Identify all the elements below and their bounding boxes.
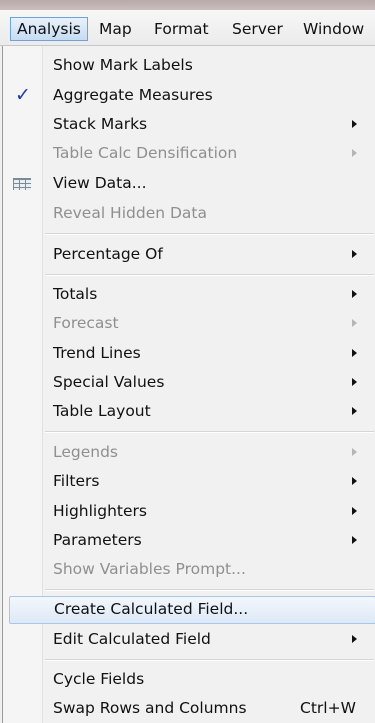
submenu-arrow-icon [352, 290, 357, 298]
submenu-arrow-icon [352, 149, 357, 157]
menu-item-label: Cycle Fields [53, 670, 145, 688]
submenu-arrow-icon [352, 319, 357, 327]
keyboard-shortcut: Ctrl+W [300, 699, 356, 717]
menu-item-swap-rows-and-columns[interactable]: Swap Rows and Columns Ctrl+W [3, 695, 374, 723]
menu-item-label: Filters [53, 472, 100, 490]
menu-analysis[interactable]: Analysis [10, 17, 88, 41]
menu-item-label: Highlighters [53, 502, 147, 520]
menu-item-label: Edit Calculated Field [53, 630, 211, 648]
menu-item-percentage-of[interactable]: Percentage Of [3, 241, 374, 269]
menu-item-trend-lines[interactable]: Trend Lines [3, 340, 374, 368]
table-grid-icon [13, 178, 31, 190]
menu-separator [45, 659, 374, 661]
submenu-arrow-icon [352, 477, 357, 485]
menu-item-edit-calculated-field[interactable]: Edit Calculated Field [3, 626, 374, 654]
menu-separator [45, 274, 374, 276]
menu-item-label: Swap Rows and Columns [53, 699, 247, 717]
menu-separator [45, 589, 374, 591]
analysis-dropdown-menu: Show Mark Labels ✓ Aggregate Measures St… [2, 46, 375, 723]
menu-item-show-mark-labels[interactable]: Show Mark Labels [3, 52, 374, 80]
menu-map[interactable]: Map [99, 17, 132, 41]
menu-item-label: Totals [53, 285, 98, 303]
menu-item-label: Trend Lines [53, 344, 141, 362]
menu-item-label: Table Layout [53, 402, 151, 420]
menu-item-label: Create Calculated Field... [54, 600, 249, 618]
menu-item-view-data[interactable]: View Data... [3, 170, 374, 198]
menu-item-label: Aggregate Measures [53, 86, 213, 104]
menu-item-table-layout[interactable]: Table Layout [3, 398, 374, 426]
submenu-arrow-icon [352, 120, 357, 128]
submenu-arrow-icon [352, 635, 357, 643]
submenu-arrow-icon [352, 378, 357, 386]
menu-item-label: Show Variables Prompt... [53, 560, 246, 578]
window-title-strip [0, 0, 375, 10]
menu-item-table-calc-densification: Table Calc Densification [3, 140, 374, 168]
menu-item-label: Forecast [53, 314, 119, 332]
submenu-arrow-icon [352, 407, 357, 415]
menu-item-totals[interactable]: Totals [3, 281, 374, 309]
menu-item-label: Parameters [53, 531, 142, 549]
menu-bar: Analysis Map Format Server Window [0, 10, 375, 46]
menu-server[interactable]: Server [232, 17, 283, 41]
menu-item-create-calculated-field[interactable]: Create Calculated Field... [9, 596, 375, 624]
submenu-arrow-icon [352, 448, 357, 456]
menu-item-special-values[interactable]: Special Values [3, 369, 374, 397]
menu-separator [45, 431, 374, 433]
menu-window[interactable]: Window [303, 17, 364, 41]
menu-item-label: Stack Marks [53, 115, 148, 133]
menu-item-label: Percentage Of [53, 245, 163, 263]
menu-item-parameters[interactable]: Parameters [3, 527, 374, 555]
menu-item-show-variables-prompt: Show Variables Prompt... [3, 556, 374, 584]
menu-format[interactable]: Format [154, 17, 209, 41]
menu-item-forecast: Forecast [3, 310, 374, 338]
submenu-arrow-icon [352, 536, 357, 544]
menu-item-cycle-fields[interactable]: Cycle Fields [3, 666, 374, 694]
menu-item-legends: Legends [3, 439, 374, 467]
menu-item-aggregate-measures[interactable]: ✓ Aggregate Measures [3, 82, 374, 110]
menu-item-label: Table Calc Densification [53, 144, 238, 162]
submenu-arrow-icon [352, 507, 357, 515]
submenu-arrow-icon [352, 250, 357, 258]
checkmark-icon: ✓ [15, 84, 31, 106]
menu-item-label: Special Values [53, 373, 165, 391]
menu-separator [45, 233, 374, 235]
menu-item-label: Legends [53, 443, 119, 461]
menu-item-label: Show Mark Labels [53, 56, 193, 74]
menu-item-highlighters[interactable]: Highlighters [3, 498, 374, 526]
menu-item-reveal-hidden-data: Reveal Hidden Data [3, 200, 374, 228]
menu-item-filters[interactable]: Filters [3, 468, 374, 496]
menu-item-label: View Data... [53, 174, 147, 192]
menu-item-label: Reveal Hidden Data [53, 204, 207, 222]
submenu-arrow-icon [352, 349, 357, 357]
menu-item-stack-marks[interactable]: Stack Marks [3, 111, 374, 139]
